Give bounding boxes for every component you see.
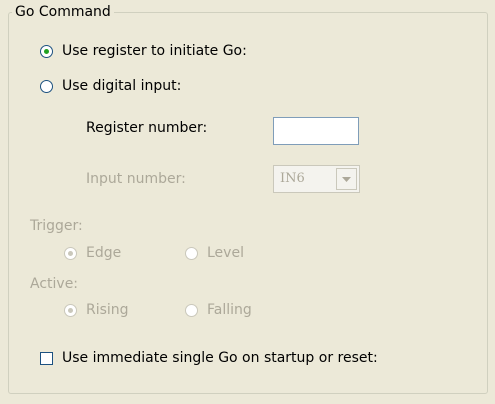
radio-trigger-level[interactable]: Level — [185, 245, 244, 261]
immediate-go-checkbox-label: Use immediate single Go on startup or re… — [62, 350, 378, 366]
radio-use-register[interactable]: Use register to initiate Go: — [40, 43, 247, 59]
register-number-input[interactable] — [273, 117, 359, 145]
active-label: Active: — [30, 276, 79, 292]
radio-active-rising-indicator[interactable] — [64, 303, 77, 317]
go-command-panel: Go Command Use register to initiate Go: … — [0, 0, 495, 404]
radio-trigger-edge-label: Edge — [86, 245, 122, 261]
radio-active-rising-label: Rising — [86, 302, 129, 318]
radio-use-register-label: Use register to initiate Go: — [62, 43, 247, 59]
radio-trigger-edge[interactable]: Edge — [64, 245, 121, 261]
radio-use-register-indicator[interactable] — [40, 44, 53, 58]
radio-trigger-edge-indicator[interactable] — [64, 246, 77, 260]
immediate-go-checkbox[interactable]: Use immediate single Go on startup or re… — [40, 350, 378, 366]
radio-active-falling-label: Falling — [207, 302, 252, 318]
register-number-label: Register number: — [86, 120, 208, 136]
immediate-go-checkbox-box[interactable] — [40, 351, 53, 365]
input-number-value: IN6 — [280, 171, 305, 186]
radio-active-rising[interactable]: Rising — [64, 302, 129, 318]
radio-active-falling-indicator[interactable] — [185, 303, 198, 317]
radio-active-falling[interactable]: Falling — [185, 302, 252, 318]
radio-use-digital-input-label: Use digital input: — [62, 78, 182, 94]
input-number-label: Input number: — [86, 171, 186, 187]
go-command-groupbox — [8, 12, 488, 394]
input-number-select[interactable]: IN6 — [273, 165, 360, 193]
groupbox-title: Go Command — [12, 3, 114, 21]
trigger-label: Trigger: — [30, 218, 83, 234]
input-number-dropdown-button[interactable] — [336, 168, 357, 190]
chevron-down-icon — [342, 176, 351, 182]
radio-use-digital-input-indicator[interactable] — [40, 79, 53, 93]
radio-use-digital-input[interactable]: Use digital input: — [40, 78, 181, 94]
radio-trigger-level-indicator[interactable] — [185, 246, 198, 260]
radio-trigger-level-label: Level — [207, 245, 244, 261]
